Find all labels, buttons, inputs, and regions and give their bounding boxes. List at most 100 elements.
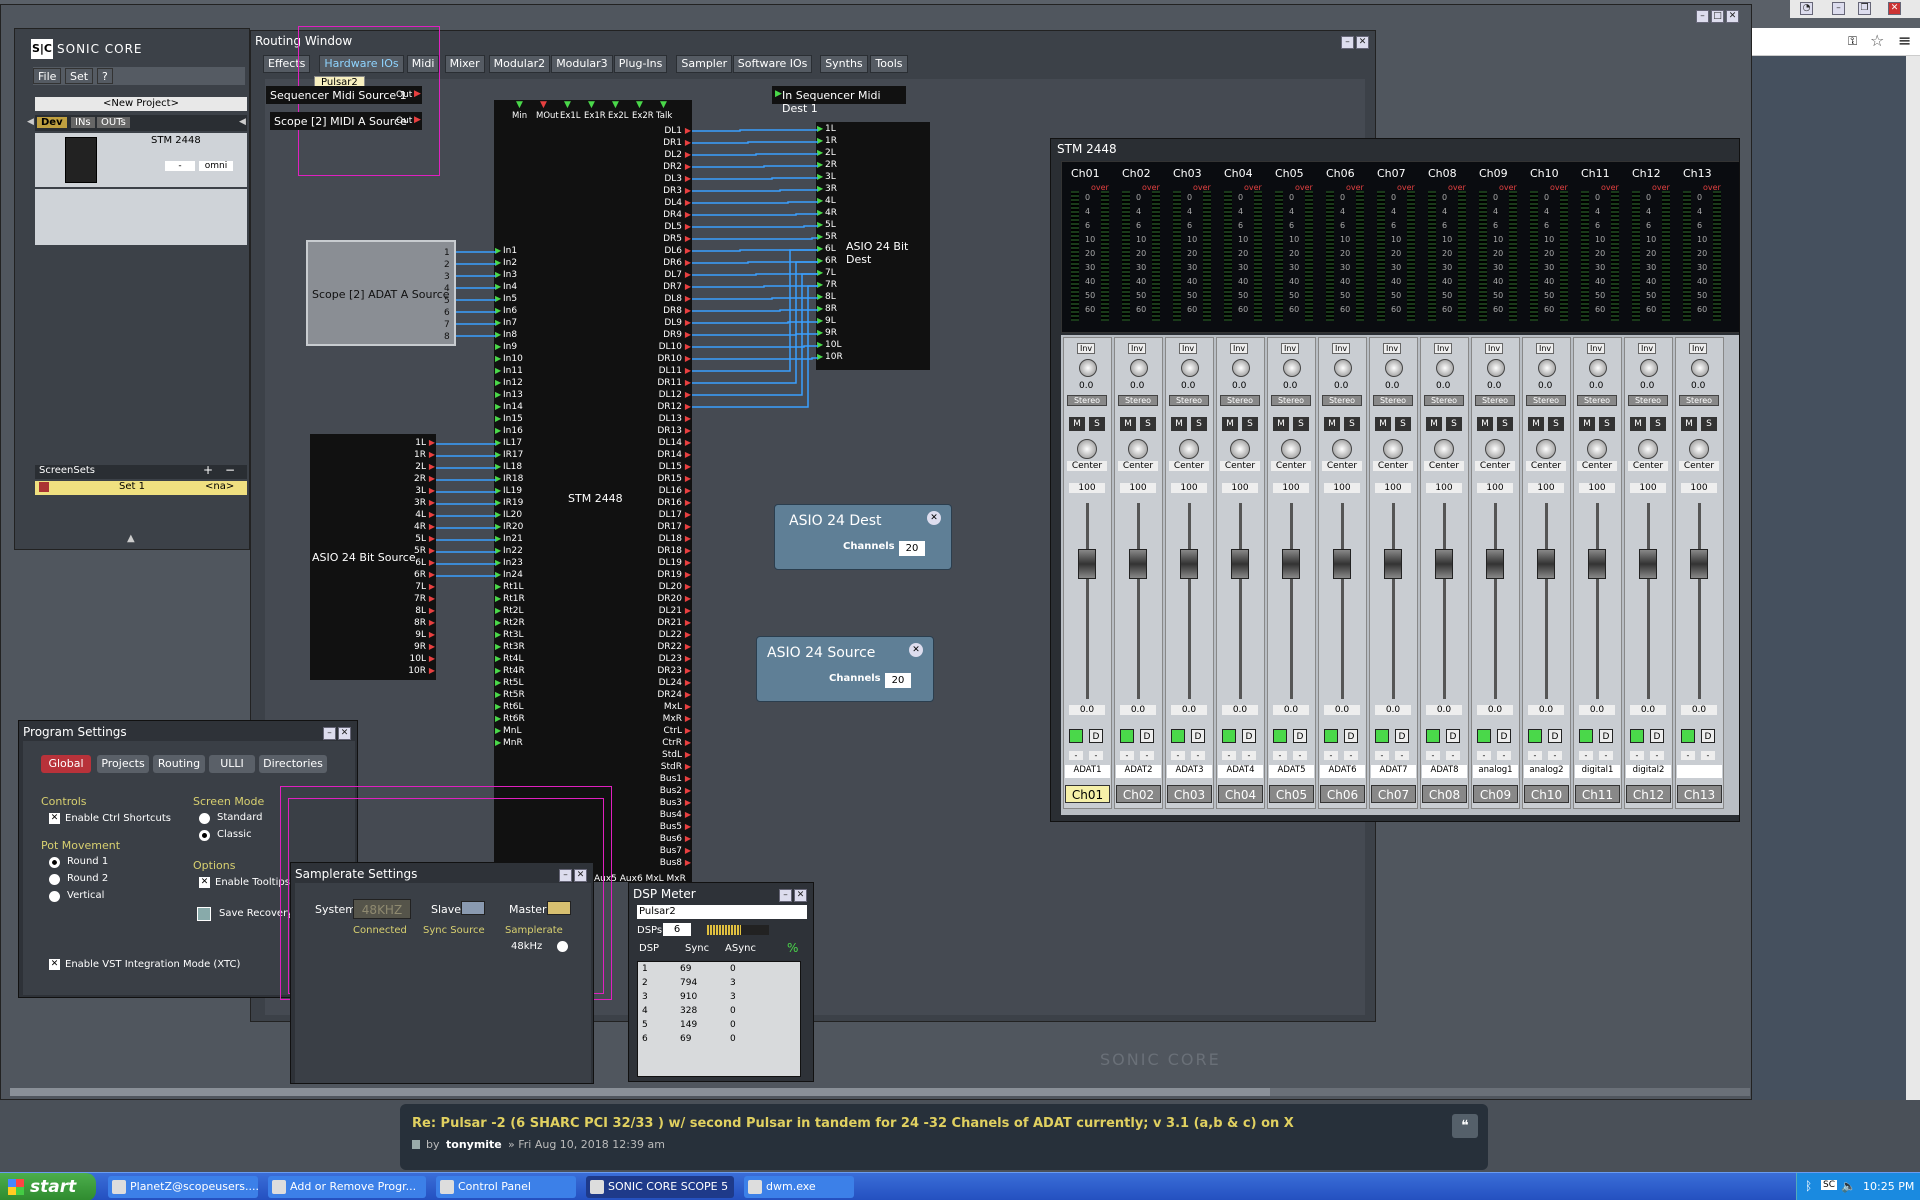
minimize-icon[interactable]: – <box>1832 2 1845 15</box>
radio-round1[interactable] <box>49 857 60 868</box>
channel-on-led[interactable] <box>1579 729 1593 743</box>
port-arrow-icon[interactable]: ▶ <box>685 462 691 471</box>
port-arrow-icon[interactable]: ▶ <box>495 330 501 339</box>
port-arrow-icon[interactable]: ▶ <box>685 522 691 531</box>
port-arrow-icon[interactable]: ▶ <box>685 606 691 615</box>
gain-knob[interactable] <box>1436 359 1454 377</box>
project-name[interactable]: <New Project> <box>35 97 247 111</box>
stereo-button[interactable]: Stereo <box>1322 395 1362 406</box>
port-arrow-icon[interactable]: ▶ <box>685 702 691 711</box>
port-arrow-icon[interactable]: ▶ <box>685 246 691 255</box>
asio-dest-port[interactable]: 3L <box>825 172 836 182</box>
port-arrow-icon[interactable]: ▶ <box>685 510 691 519</box>
port-arrow-icon[interactable]: ▶ <box>685 186 691 195</box>
d-button[interactable]: D <box>1650 729 1664 743</box>
asio-dest-port[interactable]: 2R <box>825 160 837 170</box>
inv-button[interactable]: Inv <box>1383 343 1402 354</box>
pan-knob[interactable] <box>1179 439 1199 459</box>
mute-button[interactable]: M <box>1375 417 1391 431</box>
stm-input-port[interactable]: Rt2R <box>503 618 525 628</box>
stm-input-port[interactable]: MnR <box>503 738 523 748</box>
port-arrow-icon[interactable]: ▶ <box>685 306 691 315</box>
channel-name[interactable]: ADAT8 <box>1422 765 1467 778</box>
solo-button[interactable]: S <box>1395 417 1411 431</box>
percent-icon[interactable]: % <box>787 941 798 955</box>
mute-button[interactable]: M <box>1273 417 1289 431</box>
port-arrow-icon[interactable]: ▶ <box>685 366 691 375</box>
stm-output-port[interactable]: DR15 <box>657 474 682 484</box>
adat-port[interactable]: 1 <box>444 248 450 258</box>
port-arrow-icon[interactable]: ▶ <box>495 498 501 507</box>
asio-dest-port[interactable]: 6R <box>825 256 837 266</box>
route-dash[interactable]: - <box>1089 751 1103 760</box>
mute-button[interactable]: M <box>1630 417 1646 431</box>
pan-knob[interactable] <box>1281 439 1301 459</box>
channel-on-led[interactable] <box>1120 729 1134 743</box>
channel-on-led[interactable] <box>1630 729 1644 743</box>
fader-handle[interactable] <box>1129 549 1147 579</box>
route-dash[interactable]: - <box>1140 751 1154 760</box>
gain-knob[interactable] <box>1079 359 1097 377</box>
inv-button[interactable]: Inv <box>1689 343 1708 354</box>
gain-knob[interactable] <box>1334 359 1352 377</box>
next-arrow-icon[interactable]: ◀ <box>239 117 246 127</box>
channel-on-led[interactable] <box>1528 729 1542 743</box>
close-icon[interactable]: ✕ <box>574 869 587 882</box>
fader-handle[interactable] <box>1435 549 1453 579</box>
port-arrow-icon[interactable]: ▶ <box>495 654 501 663</box>
port-arrow-icon[interactable]: ▶ <box>685 582 691 591</box>
pan-knob[interactable] <box>1587 439 1607 459</box>
stm-input-port[interactable]: In5 <box>503 294 517 304</box>
port-arrow-icon[interactable]: ▶ <box>495 390 501 399</box>
port-arrow-icon[interactable]: ▶ <box>817 208 823 217</box>
stm-output-port[interactable]: DR6 <box>663 258 682 268</box>
gain-knob[interactable] <box>1181 359 1199 377</box>
port-arrow-icon[interactable]: ▶ <box>495 294 501 303</box>
stm-top-port[interactable]: Ex1R <box>584 111 606 121</box>
adat-port[interactable]: 8 <box>444 332 450 342</box>
stm-output-port[interactable]: DR4 <box>663 210 682 220</box>
stm-output-port[interactable]: DL22 <box>659 630 682 640</box>
asio-dest-port[interactable]: 9L <box>825 316 836 326</box>
port-arrow-icon[interactable]: ▶ <box>685 234 691 243</box>
tab-global[interactable]: Global <box>41 755 91 773</box>
scroll-up-icon[interactable]: ▲ <box>127 533 135 544</box>
d-button[interactable]: D <box>1242 729 1256 743</box>
routing-tab-plug-ins[interactable]: Plug-Ins <box>613 55 668 73</box>
port-arrow-icon[interactable]: ▶ <box>495 642 501 651</box>
stm-output-port[interactable]: DL12 <box>659 390 682 400</box>
stm-output-port[interactable]: DL6 <box>664 246 682 256</box>
port-arrow-icon[interactable]: ▶ <box>685 126 691 135</box>
channel-on-led[interactable] <box>1324 729 1338 743</box>
stm-input-port[interactable]: IL18 <box>503 462 522 472</box>
pan-knob[interactable] <box>1383 439 1403 459</box>
stm-output-port[interactable]: DL2 <box>664 150 682 160</box>
stm-input-port[interactable]: In16 <box>503 426 523 436</box>
device-slot[interactable]: STM 2448 - omni <box>35 133 247 187</box>
port-arrow-icon[interactable]: ▶ <box>685 438 691 447</box>
midi-out-port[interactable]: Out <box>396 90 412 100</box>
port-arrow-icon[interactable]: ▶ <box>429 666 435 675</box>
forum-post-author[interactable]: tonymite <box>446 1138 502 1151</box>
pan-knob[interactable] <box>1077 439 1097 459</box>
port-arrow-icon[interactable]: ▶ <box>817 160 823 169</box>
port-arrow-icon[interactable]: ▶ <box>685 402 691 411</box>
channel-name[interactable]: ADAT2 <box>1116 765 1161 778</box>
forum-post-title[interactable]: Re: Pulsar -2 (6 SHARC PCI 32/33 ) w/ se… <box>412 1116 1294 1131</box>
stm-input-port[interactable]: Rt1R <box>503 594 525 604</box>
mute-button[interactable]: M <box>1171 417 1187 431</box>
asio-dest-channels-input[interactable]: 20 <box>899 541 925 556</box>
port-arrow-icon[interactable]: ▶ <box>817 256 823 265</box>
channel-select[interactable]: Ch05 <box>1269 785 1314 803</box>
inv-button[interactable]: Inv <box>1434 343 1453 354</box>
port-arrow-icon[interactable]: ▶ <box>495 318 501 327</box>
stm-input-port[interactable]: In7 <box>503 318 517 328</box>
stm-top-arrow-icon[interactable]: ▼ <box>636 100 643 110</box>
tab-outs[interactable]: OUTs <box>97 117 130 128</box>
port-arrow-icon[interactable]: ▶ <box>495 738 501 747</box>
stm-input-port[interactable]: IL20 <box>503 510 522 520</box>
port-arrow-icon[interactable]: ▶ <box>429 630 435 639</box>
stm-output-port[interactable]: DR3 <box>663 186 682 196</box>
stm-output-port[interactable]: DL18 <box>659 534 682 544</box>
stm-output-port[interactable]: Bus2 <box>660 786 682 796</box>
